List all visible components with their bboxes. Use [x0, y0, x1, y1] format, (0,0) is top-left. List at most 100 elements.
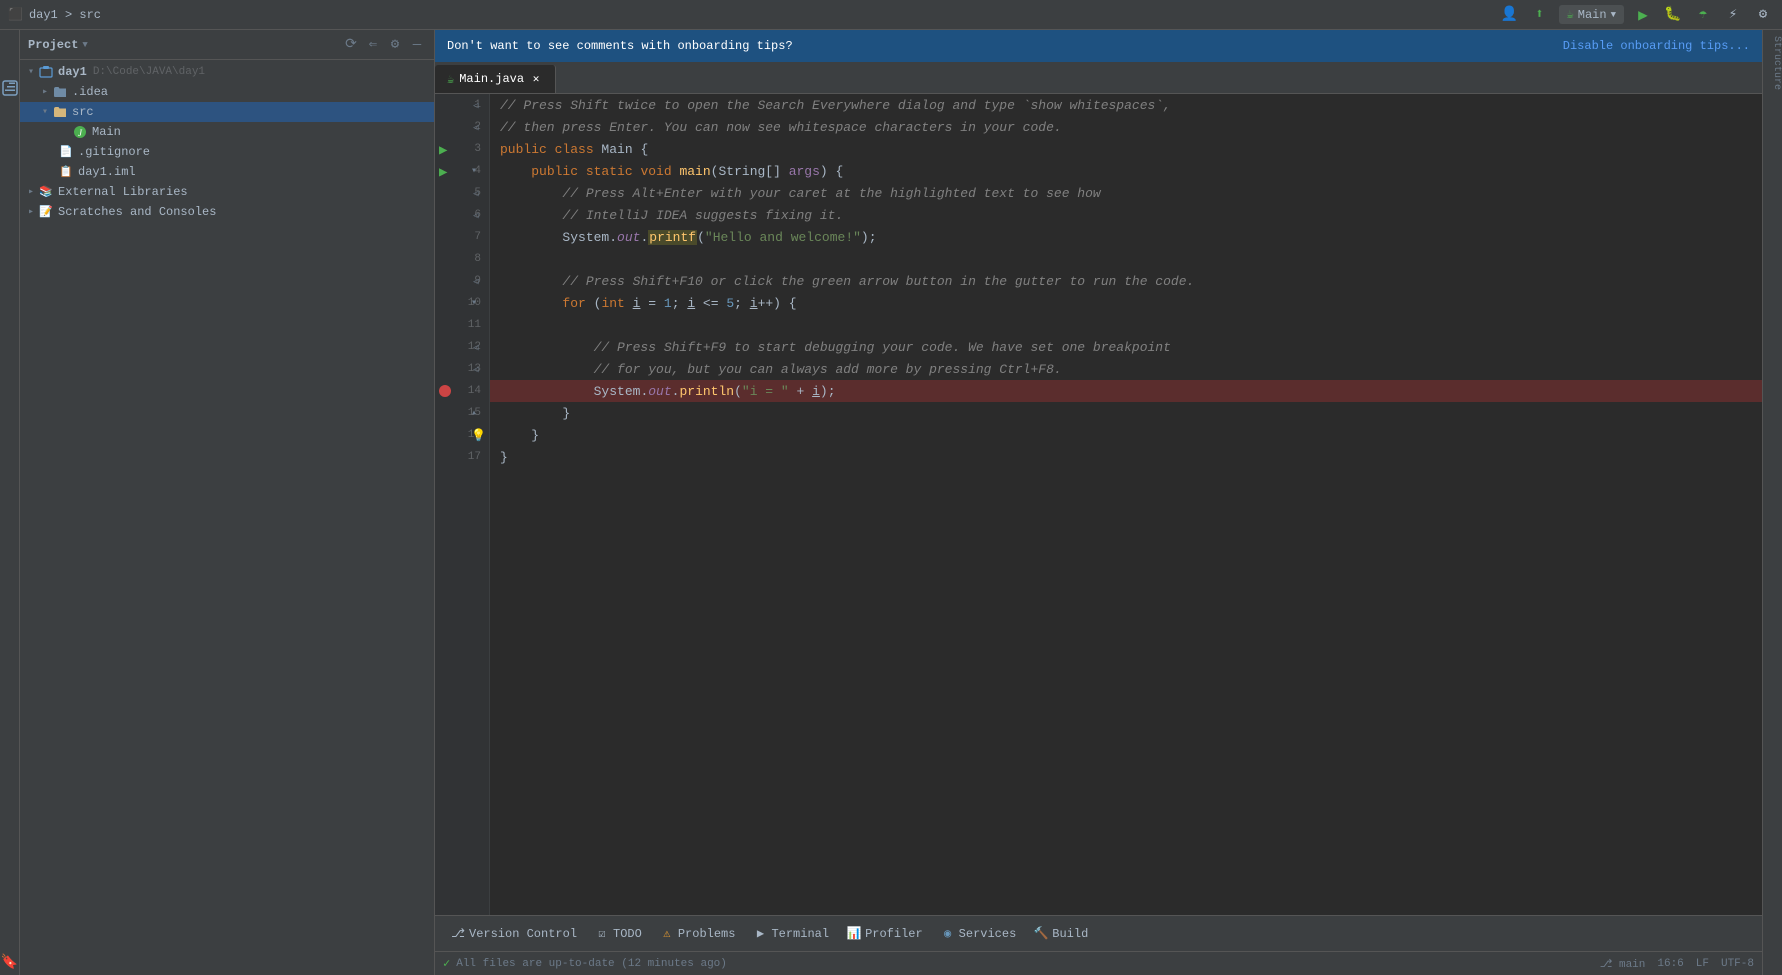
gutter-line-1: 1 ◁: [435, 94, 489, 116]
status-bar: ✓ All files are up-to-date (12 minutes a…: [435, 951, 1762, 975]
sync-icon[interactable]: ⟳: [342, 36, 360, 54]
tree-label-iml: day1.iml: [78, 165, 136, 179]
code-line-6: // IntelliJ IDEA suggests fixing it.: [490, 204, 1762, 226]
project-panel: Project ▼ ⟳ ⇐ ⚙ — ▾ day1 D:\Code\JAVA\da…: [20, 30, 435, 975]
gutter-line-11: 11: [435, 314, 489, 336]
code-line-13: // for you, but you can always add more …: [490, 358, 1762, 380]
code-line-17: }: [490, 446, 1762, 468]
todo-btn[interactable]: ☑ TODO: [587, 923, 650, 945]
code-line-10: for (int i = 1; i <= 5; i++) {: [490, 292, 1762, 314]
tree-item-scratches[interactable]: ▸ 📝 Scratches and Consoles: [20, 202, 434, 222]
tree-item-src[interactable]: ▾ src: [20, 102, 434, 122]
panel-header: Project ▼ ⟳ ⇐ ⚙ —: [20, 30, 434, 60]
cursor-position[interactable]: 16:6: [1657, 958, 1683, 970]
settings-button[interactable]: ⚙: [1752, 4, 1774, 26]
code-line-9: // Press Shift+F10 or click the green ar…: [490, 270, 1762, 292]
tab-main-java[interactable]: ☕ Main.java ✕: [435, 65, 556, 93]
profiler-label: Profiler: [865, 927, 923, 941]
tree-item-gitignore[interactable]: 📄 .gitignore: [20, 142, 434, 162]
status-right: ⎇ main 16:6 LF UTF-8: [1600, 957, 1754, 971]
tree-item-main[interactable]: J Main: [20, 122, 434, 142]
main-layout: 🔖 Project ▼ ⟳ ⇐ ⚙ — ▾ day1: [0, 30, 1782, 975]
tree-item-idea[interactable]: ▸ .idea: [20, 82, 434, 102]
profiler-btn[interactable]: 📊 Profiler: [839, 923, 931, 945]
todo-label: TODO: [613, 927, 642, 941]
gutter-line-12: 12 ◁: [435, 336, 489, 358]
code-line-7: System.out.printf("Hello and welcome!");: [490, 226, 1762, 248]
version-control-icon: ⎇: [451, 927, 465, 941]
version-control-label: Version Control: [469, 927, 577, 941]
status-icon: ✓: [443, 956, 450, 971]
gutter-line-16: 16 💡: [435, 424, 489, 446]
tree-label-gitignore: .gitignore: [78, 145, 150, 159]
tree-item-iml[interactable]: 📋 day1.iml: [20, 162, 434, 182]
file-encoding[interactable]: UTF-8: [1721, 958, 1754, 970]
notification-bar: Don't want to see comments with onboardi…: [435, 30, 1762, 62]
gutter-line-4: 4 ▶ ▾: [435, 160, 489, 182]
bookmarks-strip: 🔖: [0, 30, 20, 975]
version-control-btn[interactable]: ⎇ Version Control: [443, 923, 585, 945]
tree-label-ext-libs: External Libraries: [58, 185, 188, 199]
code-line-4: public static void main(String[] args) {: [490, 160, 1762, 182]
tree-label-idea: .idea: [72, 85, 108, 99]
tree-label-day1: day1: [58, 65, 87, 79]
panel-dropdown-icon[interactable]: ▼: [82, 40, 87, 50]
run-config-label: Main: [1578, 8, 1607, 22]
run-config-selector[interactable]: ☕ Main ▼: [1559, 5, 1624, 24]
debug-button[interactable]: 🐛: [1662, 4, 1684, 26]
tree-path-day1: D:\Code\JAVA\day1: [93, 66, 205, 78]
account-button[interactable]: 👤: [1499, 4, 1521, 26]
git-branch: ⎇ main: [1600, 957, 1646, 971]
tab-label: Main.java: [459, 72, 524, 86]
services-btn[interactable]: ◉ Services: [933, 923, 1025, 945]
project-icon: ⬛: [8, 7, 23, 22]
tab-close-button[interactable]: ✕: [529, 72, 543, 86]
code-line-1: // Press Shift twice to open the Search …: [490, 94, 1762, 116]
title-bar-right: 👤 ⬆ ☕ Main ▼ ▶ 🐛 ☂ ⚡ ⚙: [1499, 4, 1774, 26]
gutter-line-13: 13 ◁: [435, 358, 489, 380]
project-tree: ▾ day1 D:\Code\JAVA\day1 ▸ .idea ▾: [20, 60, 434, 975]
build-btn[interactable]: 🔨 Build: [1026, 923, 1096, 945]
code-line-11: [490, 314, 1762, 336]
profiler-icon: 📊: [847, 927, 861, 941]
tree-label-scratches: Scratches and Consoles: [58, 205, 216, 219]
tree-item-day1[interactable]: ▾ day1 D:\Code\JAVA\day1: [20, 62, 434, 82]
code-line-5: // Press Alt+Enter with your caret at th…: [490, 182, 1762, 204]
notification-action[interactable]: Disable onboarding tips...: [1563, 39, 1750, 53]
settings-panel-icon[interactable]: ⚙: [386, 36, 404, 54]
services-label: Services: [959, 927, 1017, 941]
gutter-line-10: 10 ▾: [435, 292, 489, 314]
gutter-line-14: 14: [435, 380, 489, 402]
services-icon: ◉: [941, 927, 955, 941]
tree-label-src: src: [72, 105, 94, 119]
gutter-line-8: 8: [435, 248, 489, 270]
status-text: All files are up-to-date (12 minutes ago…: [456, 958, 727, 970]
notification-text: Don't want to see comments with onboardi…: [447, 39, 793, 53]
problems-icon: ⚠: [660, 927, 674, 941]
vcs-update-button[interactable]: ⬆: [1529, 4, 1551, 26]
project-panel-toggle[interactable]: [2, 30, 18, 102]
panel-title: Project ▼: [28, 38, 88, 52]
problems-btn[interactable]: ⚠ Problems: [652, 923, 744, 945]
problems-label: Problems: [678, 927, 736, 941]
coverage-button[interactable]: ☂: [1692, 4, 1714, 26]
code-editor[interactable]: 1 ◁ 2 ◁ 3 ▶ 4 ▶ ▾ 5 ◁: [435, 94, 1762, 915]
collapse-all-icon[interactable]: ⇐: [364, 36, 382, 54]
code-content[interactable]: // Press Shift twice to open the Search …: [490, 94, 1762, 915]
run-button[interactable]: ▶: [1632, 4, 1654, 26]
close-panel-icon[interactable]: —: [408, 36, 426, 54]
bookmark-icon[interactable]: 🔖: [1, 954, 18, 971]
code-line-16: }: [490, 424, 1762, 446]
code-line-12: // Press Shift+F9 to start debugging you…: [490, 336, 1762, 358]
gutter-line-9: 9 ◁: [435, 270, 489, 292]
line-endings[interactable]: LF: [1696, 958, 1709, 970]
tab-bar: ☕ Main.java ✕: [435, 62, 1762, 94]
panel-header-icons: ⟳ ⇐ ⚙ —: [342, 36, 426, 54]
gutter-line-17: 17: [435, 446, 489, 468]
title-bar: ⬛ day1 > src 👤 ⬆ ☕ Main ▼ ▶ 🐛 ☂ ⚡ ⚙: [0, 0, 1782, 30]
tree-item-ext-libs[interactable]: ▸ 📚 External Libraries: [20, 182, 434, 202]
breadcrumb-text: day1 > src: [29, 8, 101, 22]
terminal-btn[interactable]: ▶ Terminal: [745, 923, 837, 945]
structure-toggle[interactable]: Structure: [1763, 30, 1782, 96]
profile-button[interactable]: ⚡: [1722, 4, 1744, 26]
